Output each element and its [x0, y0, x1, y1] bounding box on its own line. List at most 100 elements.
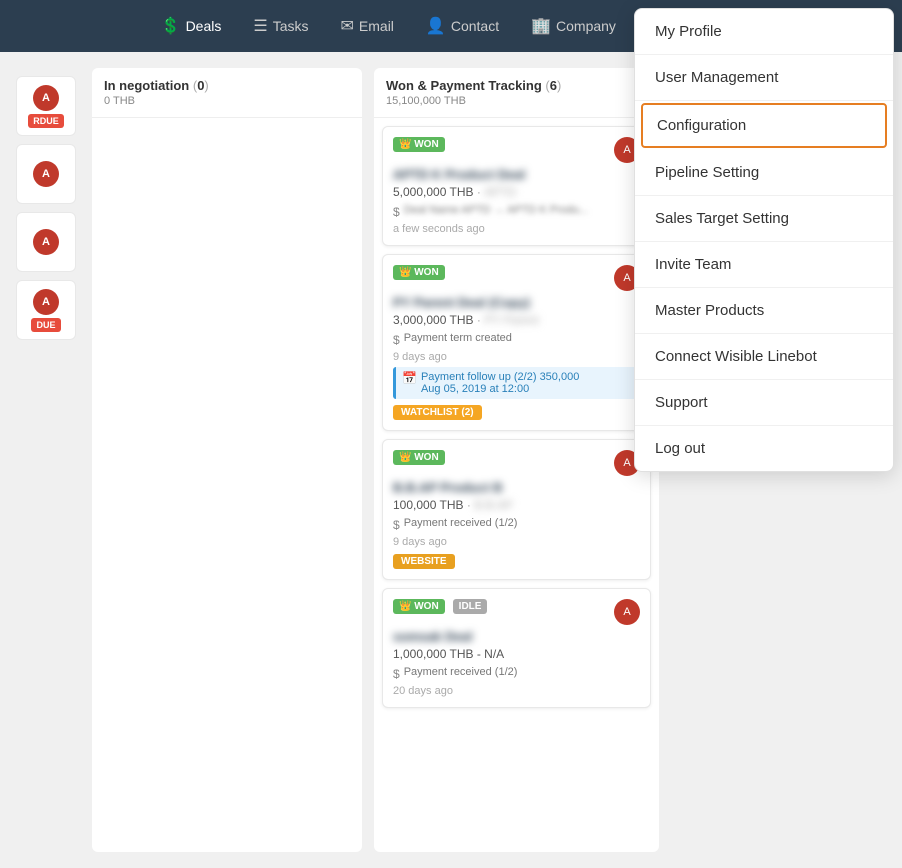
menu-item-logout[interactable]: Log out [635, 426, 893, 471]
col-count-close-negotiation: ) [204, 78, 208, 93]
due-badge-1: DUE [31, 318, 60, 332]
card-top-3: 👑 WON A [393, 450, 640, 476]
payment-follow-text: Payment follow up (2/2) 350,000 Aug 05, … [421, 371, 579, 395]
badges-row-3: 👑 WON [393, 450, 445, 465]
nav-item-email[interactable]: ✉ Email [329, 10, 406, 42]
company-icon: 🏢 [531, 16, 551, 36]
badges-row-2: 👑 WON [393, 265, 445, 280]
tasks-icon: ☰ [253, 16, 267, 36]
card-detail-2: $ Payment term created [393, 332, 640, 347]
deal-card-3[interactable]: 👑 WON A B.B.AP Product B 100,000 THB · B… [382, 439, 651, 580]
nav-item-tasks[interactable]: ☰ Tasks [241, 10, 320, 42]
website-badge: WEBSITE [393, 554, 455, 569]
column-in-negotiation: In negotiation (0) 0 THB [92, 68, 362, 852]
card-name-3: B.B.AP Product B [393, 480, 640, 495]
left-card-1: A RDUE [16, 76, 76, 136]
column-won-payment: Won & Payment Tracking (6) 15,100,000 TH… [374, 68, 659, 852]
card-detail-4: $ Payment received (1/2) [393, 666, 640, 681]
card-company-1: · APTD [477, 185, 516, 199]
card-time-4: 20 days ago [393, 685, 640, 697]
deals-icon: 💲 [161, 16, 181, 36]
avatar-4: A [33, 289, 59, 315]
deal-card-2[interactable]: 👑 WON A PY Parent Deal (Copy) 3,000,000 … [382, 254, 651, 431]
nav-item-company[interactable]: 🏢 Company [519, 10, 628, 42]
nav-label-contact: Contact [451, 18, 499, 34]
card-top-2: 👑 WON A [393, 265, 640, 291]
column-title-won: Won & Payment Tracking (6) [386, 78, 647, 93]
card-name-1: APTD K Product Deal [393, 167, 640, 182]
won-badge-3: 👑 WON [393, 450, 445, 465]
payment-follow-detail: Payment follow up (2/2) 350,000 [421, 371, 579, 383]
menu-item-user-management[interactable]: User Management [635, 55, 893, 101]
dollar-icon-1: $ [393, 205, 400, 219]
col-amount-won: 15,100,000 THB [386, 95, 647, 107]
nav-label-email: Email [359, 18, 394, 34]
column-header-won: Won & Payment Tracking (6) 15,100,000 TH… [374, 68, 659, 118]
card-badge-2: WATCHLIST (2) [393, 399, 640, 420]
nav-label-deals: Deals [186, 18, 222, 34]
card-time-3: 9 days ago [393, 536, 640, 548]
dropdown-menu: My Profile User Management Configuration… [634, 8, 894, 472]
column-title-in-negotiation: In negotiation (0) [104, 78, 350, 93]
won-badge-4: 👑 WON [393, 599, 445, 614]
left-card-2: A [16, 144, 76, 204]
card-name-2: PY Parent Deal (Copy) [393, 295, 640, 310]
col-amount-negotiation: 0 THB [104, 95, 350, 107]
card-time-2: 9 days ago [393, 351, 640, 363]
menu-item-configuration[interactable]: Configuration [641, 103, 887, 148]
menu-item-sales-target[interactable]: Sales Target Setting [635, 196, 893, 242]
left-card-3: A [16, 212, 76, 272]
nav-item-contact[interactable]: 👤 Contact [414, 10, 511, 42]
card-amount-2: 3,000,000 THB · PY Parent [393, 313, 640, 327]
card-time-1: a few seconds ago [393, 223, 640, 235]
card-amount-3: 100,000 THB · B.B.AP [393, 498, 640, 512]
payment-follow-row: 📅 Payment follow up (2/2) 350,000 Aug 05… [393, 367, 640, 399]
card-deal-detail-2: Payment term created [404, 332, 512, 344]
card-amount-4: 1,000,000 THB - N/A [393, 647, 640, 661]
avatar-3: A [33, 229, 59, 255]
menu-item-support[interactable]: Support [635, 380, 893, 426]
card-deal-detail-1: Deal Name APTD → APTD K Produ... [404, 204, 589, 216]
card-deal-detail-4: Payment received (1/2) [404, 666, 518, 678]
nav-label-tasks: Tasks [273, 18, 309, 34]
badges-row-1: 👑 WON [393, 137, 445, 152]
card-badge-3: WEBSITE [393, 548, 640, 569]
card-detail-3: $ Payment received (1/2) [393, 517, 640, 532]
card-avatar-4: A [614, 599, 640, 625]
menu-item-invite-team[interactable]: Invite Team [635, 242, 893, 288]
idle-badge-4: IDLE [453, 599, 488, 614]
card-amount-val-2: 3,000,000 THB [393, 313, 474, 327]
deal-card-1[interactable]: 👑 WON A APTD K Product Deal 5,000,000 TH… [382, 126, 651, 246]
menu-item-connect-linebot[interactable]: Connect Wisible Linebot [635, 334, 893, 380]
calendar-icon: 📅 [402, 371, 417, 395]
dollar-icon-3: $ [393, 518, 400, 532]
card-top-1: 👑 WON A [393, 137, 640, 163]
nav-label-company: Company [556, 18, 616, 34]
card-amount-val-4: 1,000,000 THB - N/A [393, 647, 504, 661]
card-amount-val-1: 5,000,000 THB [393, 185, 474, 199]
card-deal-detail-3: Payment received (1/2) [404, 517, 518, 529]
dollar-icon-2: $ [393, 333, 400, 347]
col-title-text-won: Won & Payment Tracking [386, 78, 542, 93]
card-company-2: · PY Parent [477, 313, 539, 327]
won-badge-1: 👑 WON [393, 137, 445, 152]
col-title-text-negotiation: In negotiation [104, 78, 189, 93]
badges-row-4: 👑 WON IDLE [393, 599, 487, 614]
nav-item-deals[interactable]: 💲 Deals [149, 10, 234, 42]
avatar-2: A [33, 161, 59, 187]
menu-item-master-products[interactable]: Master Products [635, 288, 893, 334]
menu-item-my-profile[interactable]: My Profile [635, 9, 893, 55]
col-count-won: 6 [550, 78, 557, 93]
card-top-4: 👑 WON IDLE A [393, 599, 640, 625]
deal-card-4[interactable]: 👑 WON IDLE A somsak Deal 1,000,000 THB -… [382, 588, 651, 708]
dollar-icon-4: $ [393, 667, 400, 681]
email-icon: ✉ [341, 16, 354, 36]
card-amount-1: 5,000,000 THB · APTD [393, 185, 640, 199]
avatar-1: A [33, 85, 59, 111]
column-body-won: 👑 WON A APTD K Product Deal 5,000,000 TH… [374, 118, 659, 852]
card-name-4: somsak Deal [393, 629, 640, 644]
left-card-4: A DUE [16, 280, 76, 340]
menu-item-pipeline-setting[interactable]: Pipeline Setting [635, 150, 893, 196]
overdue-badge-1: RDUE [28, 114, 64, 128]
column-header-in-negotiation: In negotiation (0) 0 THB [92, 68, 362, 118]
